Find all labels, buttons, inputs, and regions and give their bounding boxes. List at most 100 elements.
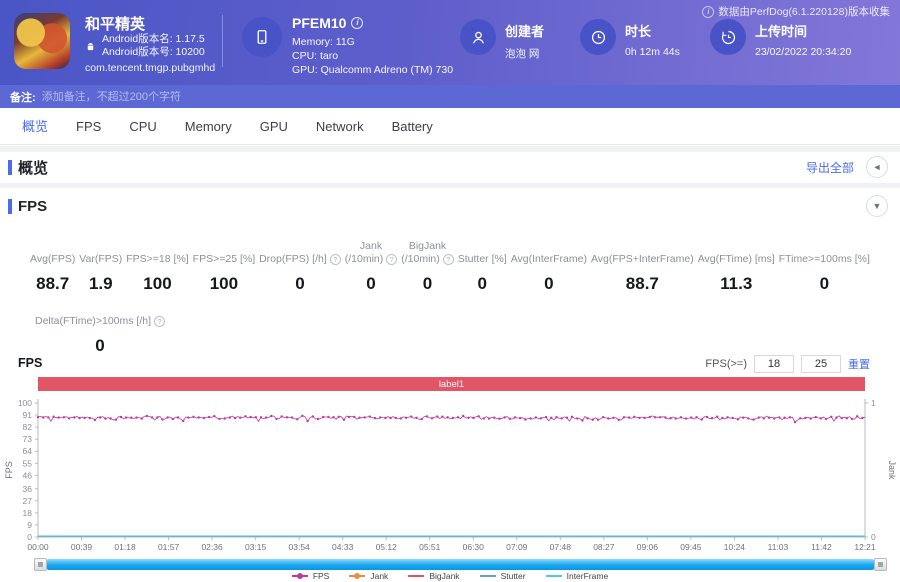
svg-text:0: 0	[27, 532, 32, 542]
svg-text:03:54: 03:54	[289, 542, 311, 552]
device-icon	[242, 17, 282, 57]
help-icon[interactable]: ?	[386, 254, 397, 265]
help-icon[interactable]: ?	[330, 254, 341, 265]
svg-text:Jank: Jank	[887, 460, 897, 480]
android-version-name: Android版本名: 1.17.5	[102, 33, 205, 46]
delta-metric-value: 0	[95, 336, 104, 356]
tab-cpu[interactable]: CPU	[115, 108, 170, 144]
section-accent-bar	[8, 199, 12, 214]
threshold-low-input[interactable]	[754, 355, 794, 373]
metric-cell: Avg(FPS+InterFrame)88.7	[591, 240, 694, 294]
app-package: com.tencent.tmgp.pubgmhd	[85, 62, 215, 74]
svg-text:09:06: 09:06	[637, 542, 659, 552]
svg-text:27: 27	[23, 496, 33, 506]
svg-text:09:45: 09:45	[680, 542, 702, 552]
svg-text:9: 9	[27, 520, 32, 530]
metric-cell: Var(FPS)1.9	[79, 240, 122, 294]
svg-text:0: 0	[871, 532, 876, 542]
section-accent-bar	[8, 160, 12, 175]
creator-value: 泡泡 网	[505, 46, 544, 61]
legend-item-interframe[interactable]: InterFrame	[546, 571, 609, 581]
svg-text:00:00: 00:00	[27, 542, 49, 552]
svg-text:00:39: 00:39	[71, 542, 93, 552]
overview-section-header: 概览 导出全部 ◄	[0, 152, 900, 182]
annotation-band[interactable]: label1	[38, 377, 865, 391]
svg-text:04:33: 04:33	[332, 542, 354, 552]
svg-text:07:48: 07:48	[550, 542, 572, 552]
upload-time-label: 上传时间	[755, 21, 851, 40]
metric-cell: Avg(FTime) [ms]11.3	[698, 240, 775, 294]
chart-legend: FPS Jank BigJank Stutter InterFrame	[0, 571, 900, 581]
help-icon[interactable]: ?	[443, 254, 454, 265]
chart-hscrollbar	[34, 558, 887, 571]
svg-text:02:36: 02:36	[201, 542, 223, 552]
tab-概览[interactable]: 概览	[8, 108, 62, 144]
svg-text:01:18: 01:18	[114, 542, 136, 552]
threshold-high-input[interactable]	[801, 355, 841, 373]
metric-cell: FTime>=100ms [%]0	[779, 240, 870, 294]
help-icon[interactable]: ?	[154, 316, 165, 327]
android-version-block: Android版本名: 1.17.5 Android版本号: 10200	[85, 33, 205, 59]
device-info-icon[interactable]: i	[351, 17, 363, 29]
metric-cell: FPS>=18 [%]100	[126, 240, 188, 294]
tab-bar: 概览FPSCPUMemoryGPUNetworkBattery	[0, 108, 900, 145]
fps-section-header: FPS ▼	[0, 190, 900, 222]
tab-memory[interactable]: Memory	[171, 108, 246, 144]
collapse-down-button[interactable]: ▼	[866, 195, 888, 217]
svg-text:91: 91	[23, 410, 33, 420]
svg-text:01:57: 01:57	[158, 542, 180, 552]
delta-metric: Delta(FTime)>100ms [/h] ? 0	[30, 302, 170, 356]
duration-icon	[580, 19, 616, 55]
fps-threshold-controls: FPS(>=) 重置	[705, 355, 870, 373]
metric-cell: FPS>=25 [%]100	[193, 240, 255, 294]
legend-item-fps[interactable]: FPS	[292, 571, 330, 581]
device-name: PFEM10 i	[292, 15, 363, 31]
app-icon	[14, 13, 70, 69]
svg-text:36: 36	[23, 484, 33, 494]
duration-value: 0h 12m 44s	[625, 46, 680, 58]
app-title: 和平精英	[85, 13, 145, 34]
svg-text:08:27: 08:27	[593, 542, 615, 552]
svg-text:03:15: 03:15	[245, 542, 267, 552]
note-bar: 备注:	[0, 85, 900, 108]
header-banner: 和平精英 Android版本名: 1.17.5 Android版本号: 1020…	[0, 0, 900, 85]
android-icon	[85, 41, 96, 52]
svg-text:100: 100	[18, 398, 32, 408]
metric-cell: Avg(FPS)88.7	[30, 240, 75, 294]
device-cpu: CPU: taro	[292, 50, 338, 62]
scrollbar-track[interactable]	[47, 559, 874, 570]
svg-text:46: 46	[23, 470, 33, 480]
svg-text:07:09: 07:09	[506, 542, 528, 552]
separator-band	[0, 183, 900, 188]
reset-link[interactable]: 重置	[848, 356, 870, 372]
tab-network[interactable]: Network	[302, 108, 378, 144]
svg-text:10:24: 10:24	[724, 542, 746, 552]
legend-item-bigjank[interactable]: BigJank	[408, 571, 459, 581]
collapse-left-button[interactable]: ◄	[866, 156, 888, 178]
upload-time-icon	[710, 19, 746, 55]
device-memory: Memory: 11G	[292, 36, 355, 48]
export-all-link[interactable]: 导出全部	[806, 159, 854, 176]
legend-item-stutter[interactable]: Stutter	[480, 571, 526, 581]
scrollbar-left-handle[interactable]	[34, 558, 47, 571]
scrollbar-right-handle[interactable]	[874, 558, 887, 571]
metric-cell: Drop(FPS) [/h]?0	[259, 240, 341, 294]
banner-divider	[222, 15, 223, 67]
svg-text:73: 73	[23, 434, 33, 444]
metric-cell: Stutter [%]0	[458, 240, 507, 294]
metric-cell: BigJank(/10min)?0	[401, 240, 454, 294]
svg-text:05:51: 05:51	[419, 542, 441, 552]
tab-battery[interactable]: Battery	[378, 108, 447, 144]
legend-item-jank[interactable]: Jank	[349, 571, 388, 581]
svg-text:82: 82	[23, 422, 33, 432]
metric-cell: Jank(/10min)?0	[345, 240, 398, 294]
duration-label: 时长	[625, 21, 680, 40]
tab-fps[interactable]: FPS	[62, 108, 115, 144]
annotation-band-label: label1	[439, 379, 464, 390]
svg-text:18: 18	[23, 508, 33, 518]
tab-gpu[interactable]: GPU	[246, 108, 302, 144]
fps-section-title: FPS	[18, 198, 47, 215]
note-input[interactable]	[42, 91, 462, 103]
fps-line-chart[interactable]: 100918273645546362718901000:0000:3901:18…	[0, 392, 900, 556]
chart-title: FPS	[18, 356, 42, 370]
